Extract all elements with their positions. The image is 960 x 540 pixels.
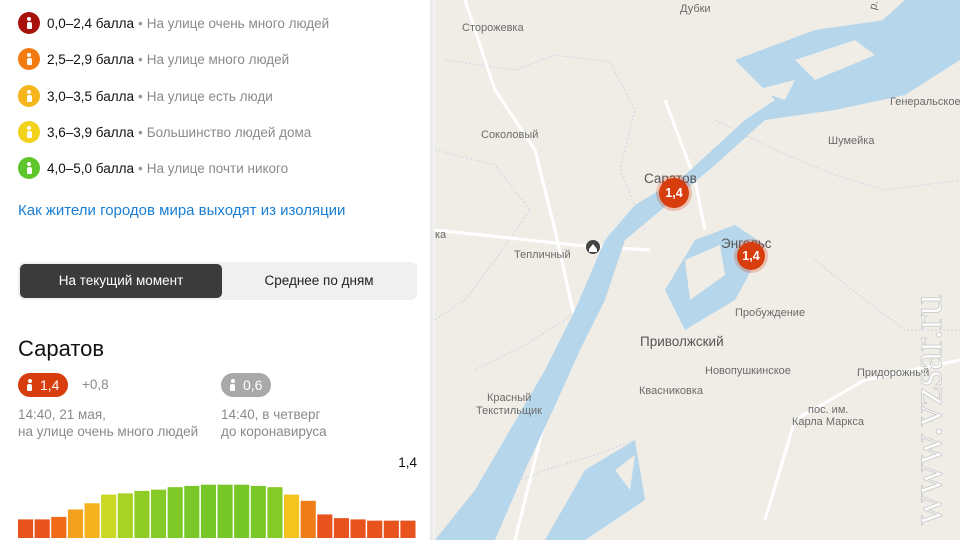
hourly-score-chart: 1,4: [18, 455, 417, 538]
place-label: Шумейка: [828, 135, 875, 147]
chart-bar: [167, 487, 183, 538]
chart-bar: [234, 484, 250, 538]
score-panel: 0,0–2,4 балла • На улице очень много люд…: [0, 0, 430, 540]
baseline-score-value: 0,6: [243, 377, 263, 393]
place-label: Новопушкинское: [705, 365, 791, 377]
chart-bar: [400, 520, 416, 538]
baseline-caption: 14:40, в четверг до коронавируса: [221, 406, 327, 440]
map-view[interactable]: Дубки Сторожевка Генеральское Соколовый …: [435, 0, 960, 540]
legend-separator: •: [138, 15, 143, 31]
current-score-badge: 1,4: [18, 373, 69, 397]
chart-bar: [333, 518, 350, 538]
chart-bar: [200, 484, 217, 538]
chart-bar: [67, 509, 84, 538]
legend-row: 3,0–3,5 балла • На улице есть люди: [18, 83, 273, 109]
watermark-text: www.vzsar.ru: [905, 294, 951, 525]
chart-bar: [34, 519, 50, 538]
baseline-caption-note: до коронавируса: [221, 424, 327, 439]
tab-daily-average[interactable]: Среднее по дням: [224, 264, 414, 298]
chart-value-label: 1,4: [398, 455, 417, 470]
place-label: Карла Маркса: [792, 416, 864, 428]
legend-range: 3,0–3,5 балла: [47, 88, 134, 104]
chart-bar: [267, 487, 283, 538]
current-caption-time: 14:40, 21 мая,: [18, 407, 106, 422]
legend-separator: •: [138, 88, 143, 104]
chart-bar: [151, 489, 167, 538]
legend-description: На улице почти никого: [146, 160, 289, 176]
person-icon: [18, 48, 40, 70]
chart-bar: [350, 519, 366, 538]
person-icon: [18, 121, 40, 143]
legend-separator: •: [138, 51, 143, 67]
city-score-marker[interactable]: 1,4: [659, 178, 689, 208]
place-label: Квасниковка: [639, 385, 704, 397]
place-label: Соколовый: [481, 129, 539, 141]
chart-bar: [117, 493, 133, 538]
mode-switch: На текущий момент Среднее по дням: [18, 262, 417, 300]
chart-bar: [134, 490, 150, 538]
legend-range: 3,6–3,9 балла: [47, 124, 134, 140]
place-label: Красный: [487, 392, 532, 404]
legend-range: 4,0–5,0 балла: [47, 160, 134, 176]
legend-row: 3,6–3,9 балла • Большинство людей дома: [18, 119, 311, 145]
chart-bar: [184, 485, 200, 538]
isolation-article-link[interactable]: Как жители городов мира выходят из изоля…: [18, 202, 345, 219]
place-label: Текстильщик: [476, 405, 542, 417]
chart-bar: [367, 520, 383, 538]
legend-separator: •: [138, 160, 143, 176]
current-caption-status: на улице очень много людей: [18, 424, 199, 439]
legend-range: 0,0–2,4 балла: [47, 15, 134, 31]
place-label: Дубки: [680, 3, 711, 15]
person-icon: [27, 379, 32, 391]
place-label: Пробуждение: [735, 307, 806, 319]
legend-row: 4,0–5,0 балла • На улице почти никого: [18, 155, 288, 181]
chart-bar: [250, 485, 266, 538]
person-icon: [18, 85, 40, 107]
score-delta: +0,8: [82, 377, 109, 392]
place-label: пос. им.: [808, 404, 849, 416]
chart-bar: [300, 500, 316, 538]
baseline-caption-time: 14:40, в четверг: [221, 407, 321, 422]
map-background: [435, 0, 960, 540]
chart-bar: [383, 520, 399, 538]
person-icon: [230, 379, 235, 391]
tab-current-moment[interactable]: На текущий момент: [20, 264, 222, 298]
place-label: Приволжский: [640, 334, 724, 349]
chart-bar: [284, 494, 300, 538]
chart-bar: [18, 519, 34, 538]
legend-description: Большинство людей дома: [146, 124, 312, 140]
legend-description: На улице очень много людей: [146, 15, 330, 31]
place-label: Тепличный: [514, 249, 571, 261]
place-label: Сторожевка: [462, 22, 524, 34]
place-label: ка: [435, 229, 447, 241]
baseline-score-badge: 0,6: [221, 373, 272, 397]
city-title: Саратов: [18, 336, 105, 361]
current-score-value: 1,4: [40, 377, 60, 393]
legend-description: На улице много людей: [146, 51, 290, 67]
chart-bar: [317, 514, 333, 538]
legend-range: 2,5–2,9 балла: [47, 51, 134, 67]
person-icon: [18, 157, 40, 179]
person-icon: [18, 12, 40, 34]
legend-row: 2,5–2,9 балла • На улице много людей: [18, 46, 289, 72]
legend-row: 0,0–2,4 балла • На улице очень много люд…: [18, 10, 329, 36]
chart-bar: [84, 503, 100, 538]
legend-separator: •: [138, 124, 143, 140]
current-caption: 14:40, 21 мая, на улице очень много люде…: [18, 406, 198, 440]
chart-bar: [51, 516, 67, 538]
city-score-marker[interactable]: 1,4: [737, 242, 765, 270]
legend-description: На улице есть люди: [146, 88, 273, 104]
chart-bar: [101, 494, 117, 538]
chart-bar: [217, 484, 233, 538]
watermark: www.vzsar.ru: [905, 294, 952, 526]
